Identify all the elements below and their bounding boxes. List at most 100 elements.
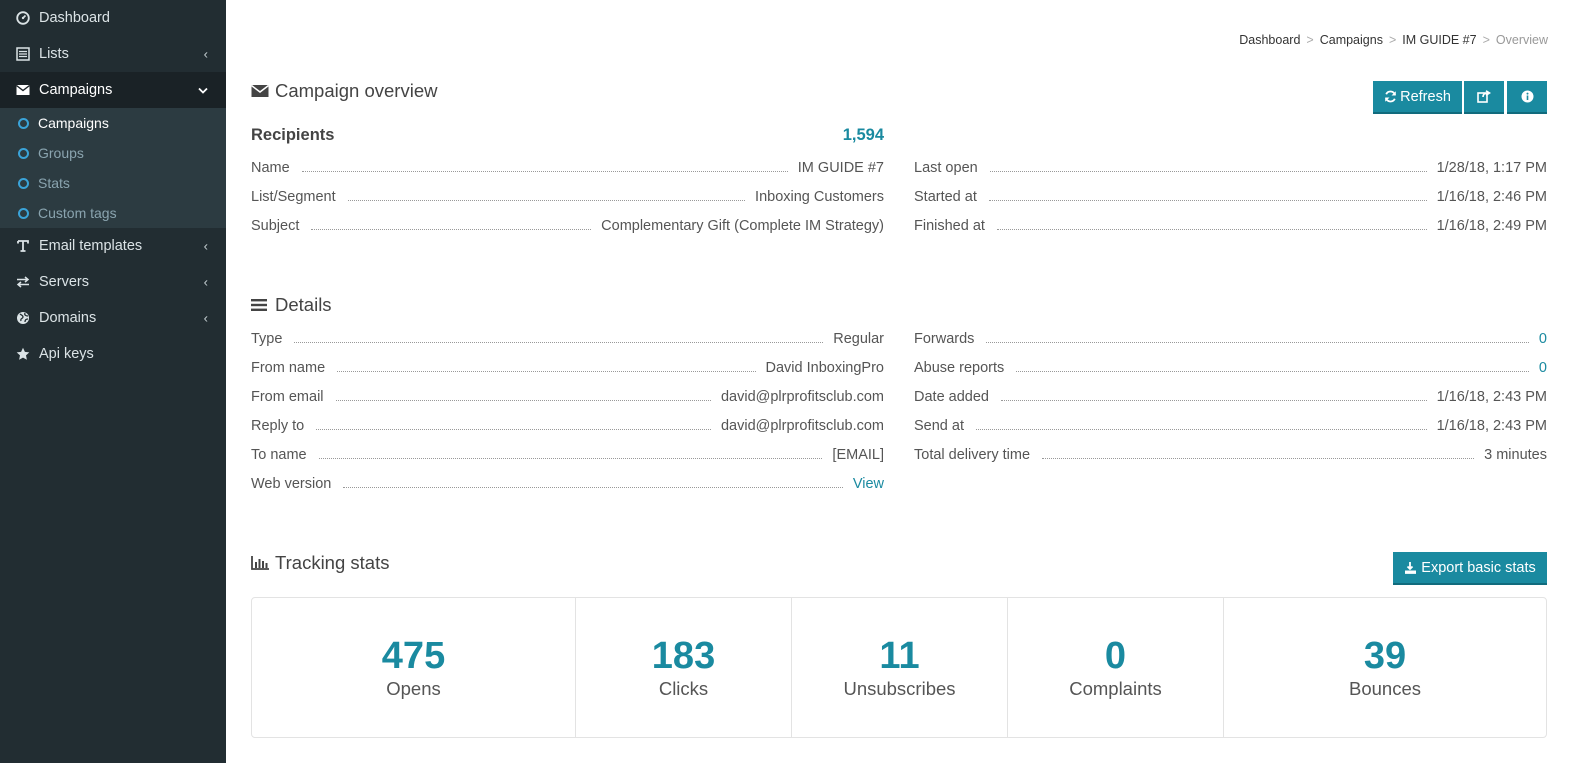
tracking-stats-title: Tracking stats <box>251 552 389 574</box>
field-label: Last open <box>914 160 978 176</box>
field-label: Finished at <box>914 218 985 234</box>
stat-value: 183 <box>651 634 716 677</box>
star-icon <box>15 346 31 362</box>
breadcrumb-item-dashboard[interactable]: Dashboard <box>1239 33 1300 47</box>
overview-row-finished-at: Finished at 1/16/18, 2:49 PM <box>914 218 1547 234</box>
breadcrumb-current: Overview <box>1495 33 1548 47</box>
export-basic-stats-button[interactable]: Export basic stats <box>1393 552 1547 585</box>
campaigns-submenu: Campaigns Groups Stats Custom tags <box>0 108 226 228</box>
sidebar-item-campaigns[interactable]: Campaigns <box>0 72 226 108</box>
field-value: IM GUIDE #7 <box>797 160 884 176</box>
breadcrumb-item-campaigns[interactable]: Campaigns <box>1320 33 1383 47</box>
refresh-button[interactable]: Refresh <box>1373 81 1462 114</box>
breadcrumb-separator: > <box>1482 33 1490 47</box>
chevron-down-icon <box>198 83 208 98</box>
field-label: List/Segment <box>251 189 336 205</box>
field-value: [EMAIL] <box>832 447 884 463</box>
dashboard-icon <box>15 10 31 26</box>
campaign-overview-title: Campaign overview <box>251 80 437 102</box>
forwards-count-link[interactable]: 0 <box>1539 331 1547 347</box>
overview-row-last-open: Last open 1/28/18, 1:17 PM <box>914 160 1547 176</box>
circle-icon <box>18 147 29 159</box>
overview-row-started-at: Started at 1/16/18, 2:46 PM <box>914 189 1547 205</box>
section-title-text: Campaign overview <box>275 80 438 101</box>
submenu-item-custom-tags[interactable]: Custom tags <box>0 198 226 228</box>
share-icon <box>1477 90 1491 103</box>
details-row-from-email: From email david@plrprofitsclub.com <box>251 389 884 405</box>
field-label: Forwards <box>914 331 975 347</box>
circle-icon <box>18 207 29 219</box>
field-value: david@plrprofitsclub.com <box>720 418 884 434</box>
details-row-abuse-reports: Abuse reports 0 <box>914 360 1547 376</box>
chevron-left-icon: ‹ <box>203 310 208 326</box>
sidebar-item-label: Servers <box>39 274 89 290</box>
list-icon <box>15 46 31 62</box>
recipients-label: Recipients <box>251 126 335 144</box>
stat-complaints[interactable]: 0 Complaints <box>1008 598 1224 737</box>
field-value: 1/16/18, 2:43 PM <box>1436 418 1547 434</box>
breadcrumb-item-campaign[interactable]: IM GUIDE #7 <box>1402 33 1476 47</box>
field-value: 1/16/18, 2:46 PM <box>1436 189 1547 205</box>
text-icon <box>15 238 31 254</box>
sidebar-item-servers[interactable]: Servers ‹ <box>0 264 226 300</box>
bars-icon <box>251 296 269 314</box>
stat-label: Opens <box>386 677 441 699</box>
field-label: Name <box>251 160 290 176</box>
field-label: Reply to <box>251 418 305 434</box>
sidebar-item-label: Dashboard <box>39 10 110 26</box>
submenu-item-label: Groups <box>38 145 84 161</box>
details-row-to-name: To name [EMAIL] <box>251 447 884 463</box>
export-icon <box>1404 561 1417 574</box>
submenu-item-campaigns[interactable]: Campaigns <box>0 108 226 138</box>
details-row-from-name: From name David InboxingPro <box>251 360 884 376</box>
sidebar-item-api-keys[interactable]: Api keys <box>0 336 226 372</box>
sidebar-item-dashboard[interactable]: Dashboard <box>0 0 226 36</box>
details-title: Details <box>251 294 332 316</box>
sidebar-item-label: Domains <box>39 310 97 326</box>
field-label: Subject <box>251 218 300 234</box>
details-row-web-version: Web version View <box>251 476 884 492</box>
details-row-send-at: Send at 1/16/18, 2:43 PM <box>914 418 1547 434</box>
field-value: 1/28/18, 1:17 PM <box>1436 160 1547 176</box>
stat-value: 11 <box>879 634 920 677</box>
field-value: 3 minutes <box>1484 447 1547 463</box>
details-row-type: Type Regular <box>251 331 884 347</box>
stat-unsubscribes[interactable]: 11 Unsubscribes <box>792 598 1008 737</box>
stat-label: Unsubscribes <box>843 677 956 699</box>
overview-row-subject: Subject Complementary Gift (Complete IM S… <box>251 218 884 234</box>
stat-opens[interactable]: 475 Opens <box>252 598 576 737</box>
chevron-left-icon: ‹ <box>203 238 208 254</box>
chevron-left-icon: ‹ <box>203 46 208 62</box>
field-label: Started at <box>914 189 977 205</box>
refresh-button-label: Refresh <box>1400 88 1451 105</box>
share-button[interactable] <box>1464 81 1504 114</box>
field-label: Abuse reports <box>914 360 1005 376</box>
field-value: 1/16/18, 2:43 PM <box>1436 389 1547 405</box>
info-button[interactable] <box>1507 81 1547 114</box>
envelope-icon <box>251 82 269 100</box>
submenu-item-stats[interactable]: Stats <box>0 168 226 198</box>
stat-clicks[interactable]: 183 Clicks <box>576 598 792 737</box>
bar-chart-icon <box>251 554 269 572</box>
abuse-reports-count-link[interactable]: 0 <box>1539 360 1547 376</box>
stat-value: 0 <box>1104 634 1127 677</box>
overview-row-list-segment: List/Segment Inboxing Customers <box>251 189 884 205</box>
sidebar-item-domains[interactable]: Domains ‹ <box>0 300 226 336</box>
submenu-item-groups[interactable]: Groups <box>0 138 226 168</box>
field-value: David InboxingPro <box>765 360 885 376</box>
globe-icon <box>15 310 31 326</box>
export-button-label: Export basic stats <box>1421 559 1536 576</box>
submenu-item-label: Custom tags <box>38 205 117 221</box>
info-icon <box>1521 90 1534 103</box>
stat-bounces[interactable]: 39 Bounces <box>1224 598 1546 737</box>
sidebar-item-email-templates[interactable]: Email templates ‹ <box>0 228 226 264</box>
field-label: Type <box>251 331 283 347</box>
details-row-forwards: Forwards 0 <box>914 331 1547 347</box>
web-version-view-link[interactable]: View <box>853 476 884 492</box>
tracking-stats-panel: 475 Opens 183 Clicks 11 Unsubscribes 0 C… <box>251 597 1547 738</box>
field-value: Regular <box>833 331 884 347</box>
recipients-row: Recipients 1,594 <box>251 126 884 145</box>
breadcrumb-separator: > <box>1306 33 1314 47</box>
stat-label: Clicks <box>658 677 709 699</box>
sidebar-item-lists[interactable]: Lists ‹ <box>0 36 226 72</box>
